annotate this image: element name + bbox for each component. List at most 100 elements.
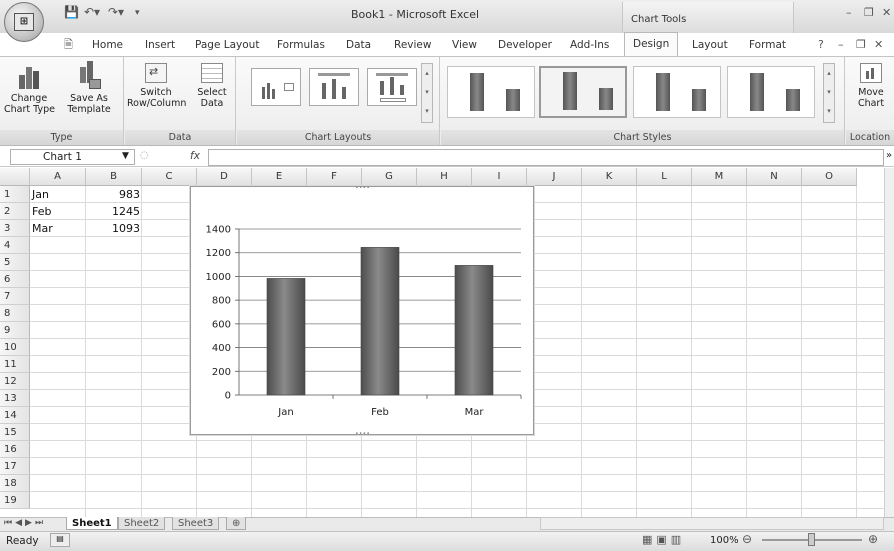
chart-resize-handle-bottom[interactable]: ∙∙∙∙	[355, 430, 370, 437]
row-header-10[interactable]: 10	[0, 339, 30, 356]
tab-view[interactable]: View	[450, 34, 479, 56]
row-header-9[interactable]: 9	[0, 322, 30, 339]
insert-sheet-icon[interactable]: ⊕	[226, 517, 247, 530]
tab-design[interactable]: Design	[624, 32, 679, 56]
move-chart-button[interactable]: Move Chart	[850, 59, 892, 109]
zoom-level[interactable]: 100%	[710, 535, 739, 546]
horizontal-scrollbar[interactable]	[540, 517, 884, 530]
column-header-E[interactable]: E	[252, 168, 307, 186]
formula-input[interactable]	[208, 149, 884, 166]
zoom-in-icon[interactable]: ⊕	[868, 532, 878, 546]
styles-scroll[interactable]: ▴ ▾ ▾	[823, 63, 835, 123]
chart-style-2[interactable]	[539, 66, 627, 118]
chart-layout-3[interactable]	[367, 68, 417, 106]
ribbon-restore-icon[interactable]: ❐	[856, 38, 866, 51]
cell-B2[interactable]: 1245	[88, 203, 140, 220]
cell-A1[interactable]: Jan	[32, 186, 86, 203]
row-header-12[interactable]: 12	[0, 373, 30, 390]
column-header-B[interactable]: B	[86, 168, 142, 186]
column-header-L[interactable]: L	[637, 168, 692, 186]
row-header-13[interactable]: 13	[0, 390, 30, 407]
chart-layout-1[interactable]	[251, 68, 301, 106]
row-header-18[interactable]: 18	[0, 475, 30, 492]
tab-data[interactable]: Data	[344, 34, 373, 56]
sheet-nav-icons[interactable]: ⏮◀▶⏭	[4, 518, 46, 528]
undo-icon[interactable]: ↶▾	[84, 5, 100, 19]
switch-row-column-button[interactable]: ⇄ Switch Row/Column	[127, 59, 186, 109]
close-icon[interactable]: ✕	[882, 6, 891, 19]
column-header-F[interactable]: F	[307, 168, 362, 186]
redo-icon[interactable]: ↷▾	[108, 5, 124, 19]
column-header-O[interactable]: O	[802, 168, 857, 186]
layouts-scroll[interactable]: ▴ ▾ ▾	[421, 63, 433, 123]
column-header-H[interactable]: H	[417, 168, 472, 186]
row-header-5[interactable]: 5	[0, 254, 30, 271]
name-box[interactable]: Chart 1	[10, 149, 135, 165]
column-header-I[interactable]: I	[472, 168, 527, 186]
cell-A2[interactable]: Feb	[32, 203, 86, 220]
ribbon-minimize-icon[interactable]: –	[838, 38, 844, 51]
tab-insert[interactable]: Insert	[143, 34, 177, 56]
column-header-A[interactable]: A	[30, 168, 86, 186]
row-header-4[interactable]: 4	[0, 237, 30, 254]
column-header-C[interactable]: C	[142, 168, 197, 186]
sheet-tab-sheet3[interactable]: Sheet3	[172, 517, 220, 530]
row-header-19[interactable]: 19	[0, 492, 30, 509]
column-header-N[interactable]: N	[747, 168, 802, 186]
row-header-1[interactable]: 1	[0, 186, 30, 203]
office-button[interactable]: ⊞	[4, 2, 44, 42]
select-all-corner[interactable]	[0, 168, 30, 186]
vertical-scrollbar[interactable]	[884, 168, 894, 517]
customize-qat-icon[interactable]: ▾	[135, 8, 140, 18]
chart-style-3[interactable]	[633, 66, 721, 118]
row-header-6[interactable]: 6	[0, 271, 30, 288]
chart-layout-2[interactable]	[309, 68, 359, 106]
tab-developer[interactable]: Developer	[496, 34, 554, 56]
ribbon-close-icon[interactable]: ✕	[874, 38, 883, 51]
column-header-J[interactable]: J	[527, 168, 582, 186]
name-box-dropdown-icon[interactable]: ▼	[122, 151, 129, 161]
cell-B1[interactable]: 983	[88, 186, 140, 203]
tab-format[interactable]: Format	[747, 34, 788, 56]
select-data-button[interactable]: Select Data	[191, 59, 233, 109]
insert-function-icon[interactable]: fx	[190, 150, 200, 162]
column-header-M[interactable]: M	[692, 168, 747, 186]
save-icon[interactable]: 💾	[64, 5, 79, 19]
column-header-G[interactable]: G	[362, 168, 417, 186]
formula-bar-expand-icon[interactable]: »	[886, 150, 892, 161]
row-header-17[interactable]: 17	[0, 458, 30, 475]
sheet-tab-sheet1[interactable]: Sheet1	[66, 517, 118, 530]
chart-style-4[interactable]	[727, 66, 815, 118]
tab-home[interactable]: Home	[90, 34, 125, 56]
row-header-14[interactable]: 14	[0, 407, 30, 424]
chart-resize-handle-top[interactable]: ∙∙∙∙	[355, 184, 370, 191]
view-buttons[interactable]: ▦▣▥	[642, 533, 700, 548]
column-header-K[interactable]: K	[582, 168, 637, 186]
zoom-slider-thumb[interactable]	[808, 533, 815, 546]
row-header-16[interactable]: 16	[0, 441, 30, 458]
row-header-11[interactable]: 11	[0, 356, 30, 373]
tab-layout[interactable]: Layout	[690, 34, 730, 56]
save-as-template-button[interactable]: Save As Template	[60, 59, 118, 115]
help-icon[interactable]: ?	[818, 38, 824, 51]
cell-A3[interactable]: Mar	[32, 220, 86, 237]
zoom-out-icon[interactable]: ⊖	[742, 532, 752, 546]
row-header-3[interactable]: 3	[0, 220, 30, 237]
change-chart-type-button[interactable]: Change Chart Type	[4, 59, 55, 115]
row-header-2[interactable]: 2	[0, 203, 30, 220]
row-header-8[interactable]: 8	[0, 305, 30, 322]
row-header-7[interactable]: 7	[0, 288, 30, 305]
chart-object[interactable]: 0 200 400 600 800 1000 1200 1400 Jan Feb Mar	[190, 186, 534, 435]
macro-record-icon[interactable]: ▤	[50, 533, 70, 547]
row-header-15[interactable]: 15	[0, 424, 30, 441]
tab-page-layout[interactable]: Page Layout	[193, 34, 261, 56]
minimize-icon[interactable]: –	[846, 6, 852, 19]
cell-B3[interactable]: 1093	[88, 220, 140, 237]
restore-icon[interactable]: ❐	[864, 6, 874, 19]
column-header-D[interactable]: D	[197, 168, 252, 186]
tab-review[interactable]: Review	[392, 34, 433, 56]
tab-add-ins[interactable]: Add-Ins	[568, 34, 611, 56]
sheet-tab-sheet2[interactable]: Sheet2	[118, 517, 166, 530]
tab-formulas[interactable]: Formulas	[275, 34, 327, 56]
chart-style-1[interactable]	[447, 66, 535, 118]
